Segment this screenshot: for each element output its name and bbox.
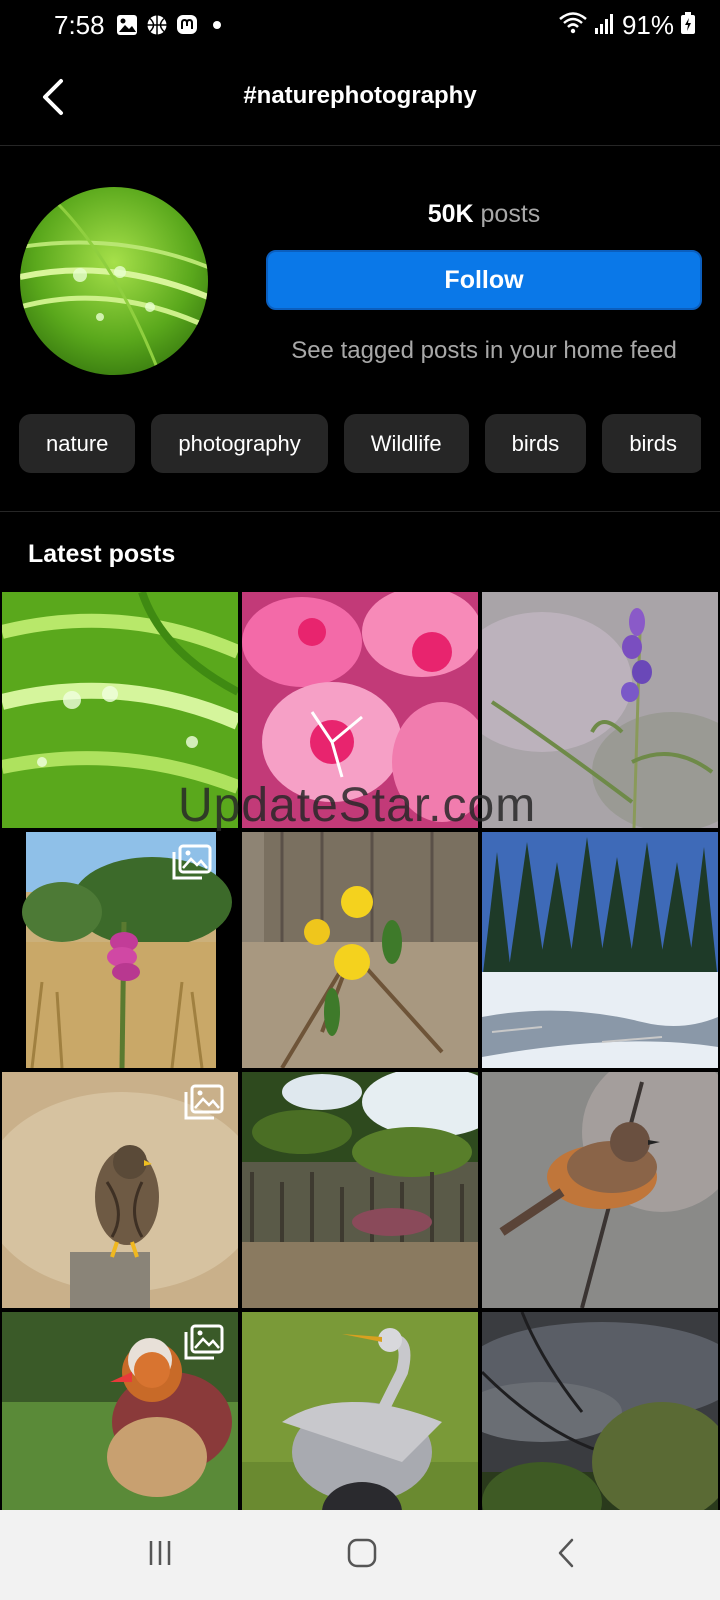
home-button[interactable] <box>332 1535 392 1575</box>
posts-count: 50K posts <box>266 200 702 229</box>
post-tile[interactable] <box>482 832 718 1068</box>
header: #naturephotography <box>0 52 720 146</box>
system-status: 91% <box>558 10 696 41</box>
mastodon-icon <box>176 14 198 36</box>
wifi-icon <box>558 11 588 40</box>
tagged-note: See tagged posts in your home feed <box>291 337 677 364</box>
recent-apps-button[interactable] <box>130 1535 190 1575</box>
post-tile[interactable] <box>242 832 478 1068</box>
page-title: #naturephotography <box>243 82 477 109</box>
divider <box>0 511 720 512</box>
section-title: Latest posts <box>28 540 176 568</box>
follow-button[interactable]: Follow <box>266 250 702 310</box>
tag-chip-birds[interactable]: birds <box>484 414 587 473</box>
multi-photo-icon <box>184 1324 224 1360</box>
nav-back-button[interactable] <box>536 1535 596 1575</box>
tag-chip-photography[interactable]: photography <box>151 414 328 473</box>
battery-icon <box>680 11 696 40</box>
basketball-icon <box>146 14 168 36</box>
tag-chip-wildlife[interactable]: Wildlife <box>343 414 469 473</box>
recent-apps-icon <box>145 1538 175 1573</box>
status-bar: 7:58 91% <box>0 0 720 52</box>
related-tags: nature photography Wildlife birds birds <box>19 414 701 474</box>
notification-icons <box>116 14 228 36</box>
dot-icon <box>206 14 228 36</box>
tag-chip-nature[interactable]: nature <box>19 414 136 473</box>
system-nav-bar <box>0 1510 720 1600</box>
posts-count-number: 50K <box>427 200 474 228</box>
watermark: UpdateStar.com <box>178 779 537 832</box>
gallery-icon <box>116 14 138 36</box>
multi-photo-icon <box>172 844 212 880</box>
battery-percent: 91% <box>621 10 674 40</box>
post-tile[interactable] <box>242 1072 478 1308</box>
posts-count-label: posts <box>480 200 541 228</box>
tag-chip-birds-2[interactable]: birds <box>602 414 701 473</box>
hashtag-avatar[interactable] <box>20 187 208 375</box>
multi-photo-icon <box>184 1084 224 1120</box>
post-tile[interactable] <box>2 1072 238 1308</box>
status-time: 7:58 <box>54 10 105 40</box>
signal-icon <box>594 11 616 40</box>
home-icon <box>346 1537 378 1574</box>
post-tile[interactable] <box>2 832 238 1068</box>
post-tile[interactable] <box>482 1072 718 1308</box>
back-icon <box>554 1537 578 1574</box>
